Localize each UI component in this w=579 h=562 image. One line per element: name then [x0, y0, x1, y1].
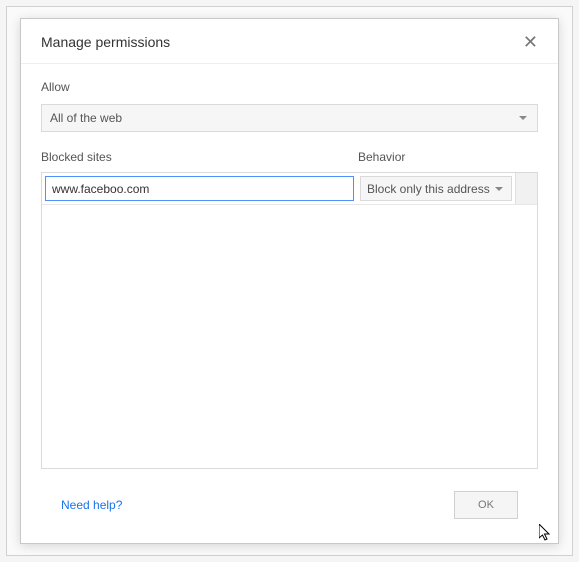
- behavior-cell: Block only this address: [357, 173, 515, 204]
- chevron-down-icon: [519, 116, 527, 120]
- close-button[interactable]: ✕: [521, 33, 540, 51]
- ok-button[interactable]: OK: [454, 491, 518, 519]
- allow-label: Allow: [41, 80, 538, 94]
- behavior-select-value: Block only this address: [367, 182, 490, 196]
- behavior-select[interactable]: Block only this address: [360, 176, 512, 201]
- blocked-sites-list: Block only this address: [41, 172, 538, 469]
- table-row: Block only this address: [42, 173, 537, 205]
- dialog-title: Manage permissions: [41, 34, 170, 50]
- dialog-footer: Need help? OK: [41, 479, 538, 533]
- site-input[interactable]: [45, 176, 354, 201]
- close-icon: ✕: [523, 32, 538, 52]
- list-empty-area: [42, 205, 537, 468]
- help-link[interactable]: Need help?: [61, 498, 122, 512]
- manage-permissions-dialog: Manage permissions ✕ Allow All of the we…: [20, 18, 559, 544]
- allow-select-value: All of the web: [50, 111, 122, 125]
- chevron-down-icon: [495, 187, 503, 191]
- dialog-header: Manage permissions ✕: [21, 19, 558, 64]
- row-action-cell[interactable]: [515, 173, 537, 204]
- columns-header: Blocked sites Behavior: [41, 150, 538, 164]
- column-header-sites: Blocked sites: [41, 150, 344, 164]
- dialog-body: Allow All of the web Blocked sites Behav…: [21, 64, 558, 543]
- site-cell: [42, 173, 357, 204]
- allow-select-wrap: All of the web: [41, 104, 538, 132]
- column-header-behavior: Behavior: [358, 150, 538, 164]
- allow-select[interactable]: All of the web: [41, 104, 538, 132]
